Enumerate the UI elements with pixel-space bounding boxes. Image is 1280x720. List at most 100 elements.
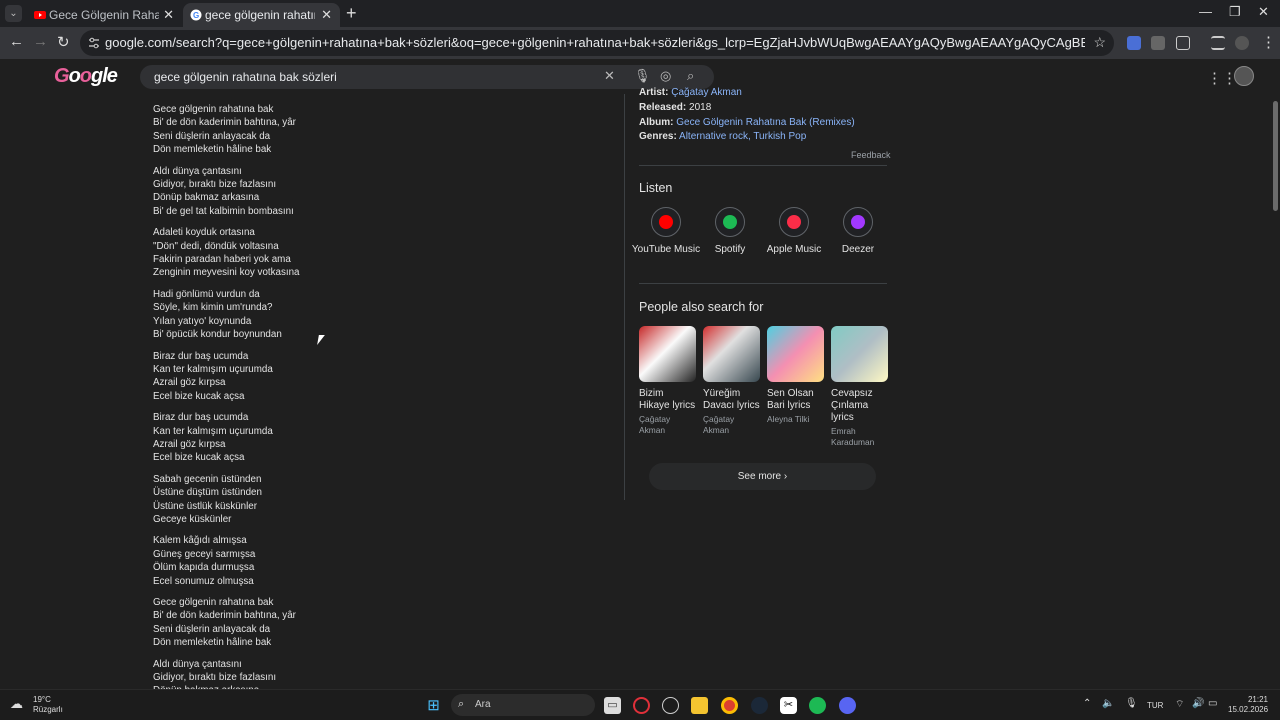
volume-icon[interactable]: 🔊 — [1192, 698, 1204, 709]
discord-icon[interactable] — [839, 697, 856, 714]
extensions-puzzle-icon[interactable] — [1176, 36, 1190, 50]
lyrics-line: Söyle, kim kimin um'runda? — [153, 302, 273, 314]
app-icon[interactable] — [662, 697, 679, 714]
feedback-link[interactable]: Feedback — [851, 150, 891, 160]
back-icon[interactable]: ← — [9, 33, 24, 50]
lyrics-line: Kalem kâğıdı almışsa — [153, 535, 247, 547]
weather-temp: 19°C — [33, 695, 51, 704]
capcut-icon[interactable]: ✂ — [780, 697, 797, 714]
lyrics-line: "Dön" dedi, döndük voltasına — [153, 240, 279, 252]
site-info-icon[interactable] — [88, 37, 100, 49]
genres-label: Genres: — [639, 131, 677, 142]
windows-start-icon[interactable]: ⊞ — [425, 697, 442, 714]
address-bar[interactable]: google.com/search?q=gece+gölgenin+rahatı… — [80, 30, 1114, 56]
google-icon: G — [190, 9, 202, 21]
listen-deezer-button[interactable]: Deezer — [823, 207, 893, 257]
google-header: Google gece gölgenin rahatına bak sözler… — [0, 59, 1270, 94]
bookmark-star-icon[interactable]: ☆ — [1093, 34, 1106, 51]
tray-overflow-icon[interactable]: ⌃ — [1083, 698, 1091, 709]
lyrics-line: Aldı dünya çantasını — [153, 658, 242, 670]
lyrics-line: Geceye küskünler — [153, 513, 232, 525]
song-artist: Çağatay Akman — [639, 414, 671, 435]
search-icon: ⌕ — [458, 698, 465, 710]
lyrics-line: Fakirin paradan haberi yok ama — [153, 254, 291, 266]
language-indicator[interactable]: TUR — [1147, 701, 1163, 710]
search-icon[interactable]: ⌕ — [687, 68, 694, 84]
tab-google-search[interactable]: G gece gölgenin rahatına bak söz ✕ — [183, 3, 340, 27]
menu-kebab-icon[interactable]: ⋮ — [1261, 33, 1276, 51]
extension-icon[interactable] — [1151, 36, 1165, 50]
close-tab-icon[interactable]: ✕ — [321, 3, 332, 27]
people-also-search-card[interactable]: Cevapsız Çınlama lyrics Emrah Karaduman — [831, 326, 888, 448]
people-also-search-card[interactable]: Yüreğim Davacı lyrics Çağatay Akman — [703, 326, 760, 436]
task-view-icon[interactable]: ▭ — [604, 697, 621, 714]
profile-icon[interactable] — [1235, 36, 1249, 50]
tab-title: Gece Gölgenin Rahatına Ba — [49, 8, 159, 22]
genres-link[interactable]: Alternative rock, Turkish Pop — [679, 131, 806, 142]
see-more-button[interactable]: See more › — [649, 463, 876, 490]
microphone-icon[interactable]: 🎙 — [634, 68, 651, 84]
media-controls-icon[interactable] — [1211, 36, 1225, 50]
taskbar-search[interactable]: ⌕ Ara — [451, 694, 595, 716]
translate-extension-icon[interactable] — [1127, 36, 1141, 50]
steam-icon[interactable] — [751, 697, 768, 714]
album-thumbnail — [767, 326, 824, 382]
clock-date: 15.02.2026 — [1228, 705, 1269, 714]
section-divider — [639, 283, 887, 284]
lyrics-line: Aldı dünya çantasını — [153, 165, 242, 177]
clock[interactable]: 21:21 15.02.2026 — [1228, 695, 1268, 715]
listen-apple-music-button[interactable]: Apple Music — [759, 207, 829, 257]
search-input[interactable]: gece gölgenin rahatına bak sözleri — [154, 65, 337, 89]
lyrics-line: Bi' öpücük kondur boynundan — [153, 329, 282, 341]
youtube-icon — [34, 11, 46, 19]
speaker-icon[interactable]: 🔈 — [1102, 698, 1114, 709]
song-artist: Aleyna Tilki — [767, 414, 810, 424]
scrollbar-thumb[interactable] — [1273, 101, 1278, 211]
chrome-icon[interactable] — [721, 697, 738, 714]
close-tab-icon[interactable]: ✕ — [163, 3, 174, 27]
microphone-icon[interactable]: 🎙 — [1125, 698, 1138, 709]
restore-icon[interactable]: ❐ — [1229, 4, 1241, 20]
clear-icon[interactable]: ✕ — [604, 68, 615, 84]
people-also-search-card[interactable]: Sen Olsan Bari lyrics Aleyna Tilki — [767, 326, 824, 425]
tab-search-button[interactable]: ⌄ — [5, 5, 22, 22]
reload-icon[interactable]: ↻ — [57, 33, 70, 51]
wifi-icon[interactable]: ⌔ — [1175, 698, 1184, 711]
song-title: Sen Olsan Bari lyrics — [767, 388, 814, 411]
lyrics-line: Dön memleketin hâline bak — [153, 144, 272, 156]
lyrics-stanza: Aldı dünya çantasını Gidiyor, bıraktı biz… — [153, 658, 453, 689]
search-box[interactable]: gece gölgenin rahatına bak sözleri ✕ 🎙 ◎… — [140, 65, 714, 89]
lyrics-line: Sabah gecenin üstünden — [153, 473, 262, 485]
file-explorer-icon[interactable] — [691, 697, 708, 714]
artist-link[interactable]: Çağatay Akman — [671, 87, 742, 98]
logo-text: oogle — [68, 65, 118, 87]
lyrics-line: Gidiyor, bıraktı bize fazlasını — [153, 179, 277, 191]
minimize-icon[interactable]: — — [1199, 4, 1212, 19]
new-tab-button[interactable]: + — [346, 3, 357, 24]
tab-title: gece gölgenin rahatına bak söz — [205, 8, 315, 22]
listen-youtube-music-button[interactable]: YouTube Music — [631, 207, 701, 257]
lyrics-line: Hadi gönlümü vurdun da — [153, 288, 260, 300]
album-link[interactable]: Gece Gölgenin Rahatına Bak (Remixes) — [676, 117, 854, 128]
weather-widget[interactable]: ☁ 19°C Rüzgarlı — [10, 695, 63, 715]
people-also-search-card[interactable]: Bizim Hikaye lyrics Çağatay Akman — [639, 326, 696, 436]
lyrics-line: Adaleti koyduk ortasına — [153, 227, 255, 239]
battery-icon[interactable]: ▭ — [1208, 698, 1217, 709]
close-window-icon[interactable]: ✕ — [1258, 4, 1269, 20]
spotify-icon[interactable] — [809, 697, 826, 714]
lyrics-line: Seni düşlerin anlayacak da — [153, 130, 271, 142]
song-title: Yüreğim Davacı lyrics — [703, 388, 760, 411]
scrollbar[interactable] — [1270, 59, 1280, 689]
opera-icon[interactable] — [633, 697, 650, 714]
released-row: Released: 2018 — [639, 102, 711, 113]
lyrics-line: Bi' de dön kaderimin bahtına, yâr — [153, 117, 296, 129]
section-divider — [639, 165, 887, 166]
lens-icon[interactable]: ◎ — [660, 68, 671, 84]
google-doodle-logo[interactable]: Google — [54, 65, 118, 88]
album-label: Album: — [639, 117, 674, 128]
tab-youtube[interactable]: Gece Gölgenin Rahatına Ba ✕ — [27, 3, 182, 27]
lyrics-line: Ecel sonumuz olmuşsa — [153, 575, 254, 587]
forward-icon[interactable]: → — [33, 33, 48, 50]
avatar[interactable] — [1234, 66, 1254, 86]
listen-spotify-button[interactable]: Spotify — [695, 207, 765, 257]
